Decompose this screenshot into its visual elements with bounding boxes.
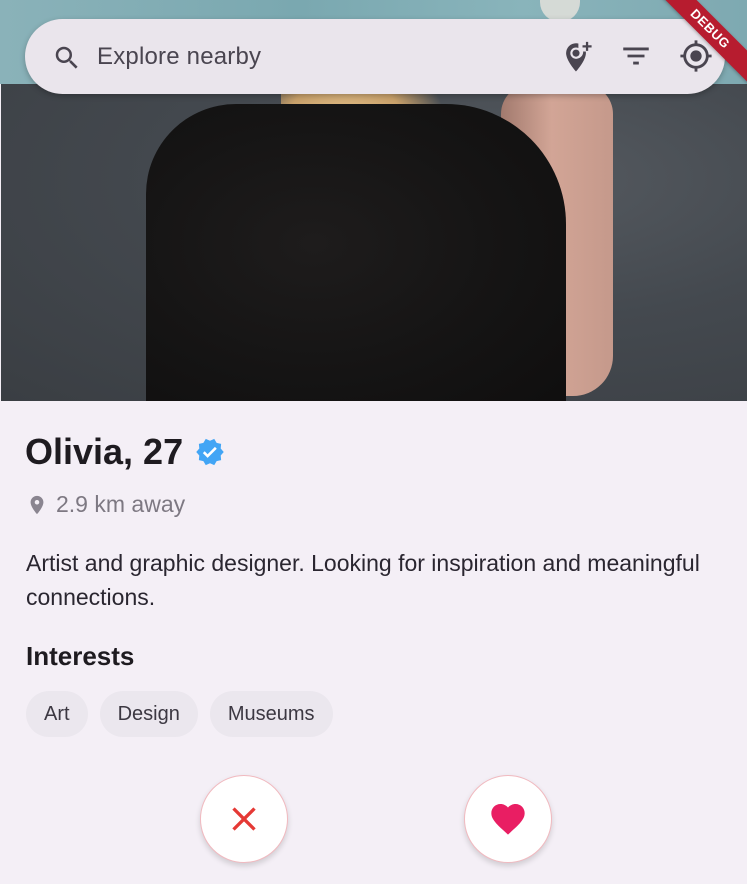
heart-icon bbox=[491, 804, 525, 835]
like-button[interactable] bbox=[464, 775, 552, 863]
distance-text: 2.9 km away bbox=[56, 491, 186, 517]
distance-row: 2.9 km away bbox=[26, 491, 185, 518]
profile-photo bbox=[1, 84, 747, 401]
my-location-icon[interactable] bbox=[679, 39, 713, 73]
interest-chips: Art Design Museums bbox=[26, 691, 333, 737]
profile-bio: Artist and graphic designer. Looking for… bbox=[26, 550, 700, 610]
filter-icon[interactable] bbox=[619, 39, 653, 73]
name-row: Olivia, 27 bbox=[25, 431, 225, 473]
verified-icon bbox=[196, 438, 224, 466]
interest-chip[interactable]: Museums bbox=[209, 691, 333, 737]
search-bar[interactable]: Explore nearby bbox=[25, 19, 725, 94]
location-pin-icon bbox=[30, 495, 44, 514]
interests-heading: Interests bbox=[26, 641, 135, 671]
search-input[interactable]: Explore nearby bbox=[97, 43, 261, 71]
search-icon[interactable] bbox=[52, 43, 82, 73]
interest-chip[interactable]: Design bbox=[99, 691, 198, 737]
interest-chip[interactable]: Art bbox=[26, 691, 88, 737]
profile-card: Olivia, 27 2.9 km away Artist and graphi… bbox=[1, 401, 747, 884]
dislike-button[interactable] bbox=[200, 775, 288, 863]
photo-dress bbox=[146, 104, 566, 401]
profile-name: Olivia, 27 bbox=[25, 431, 184, 472]
close-icon bbox=[232, 807, 256, 831]
add-location-icon[interactable] bbox=[559, 39, 593, 73]
